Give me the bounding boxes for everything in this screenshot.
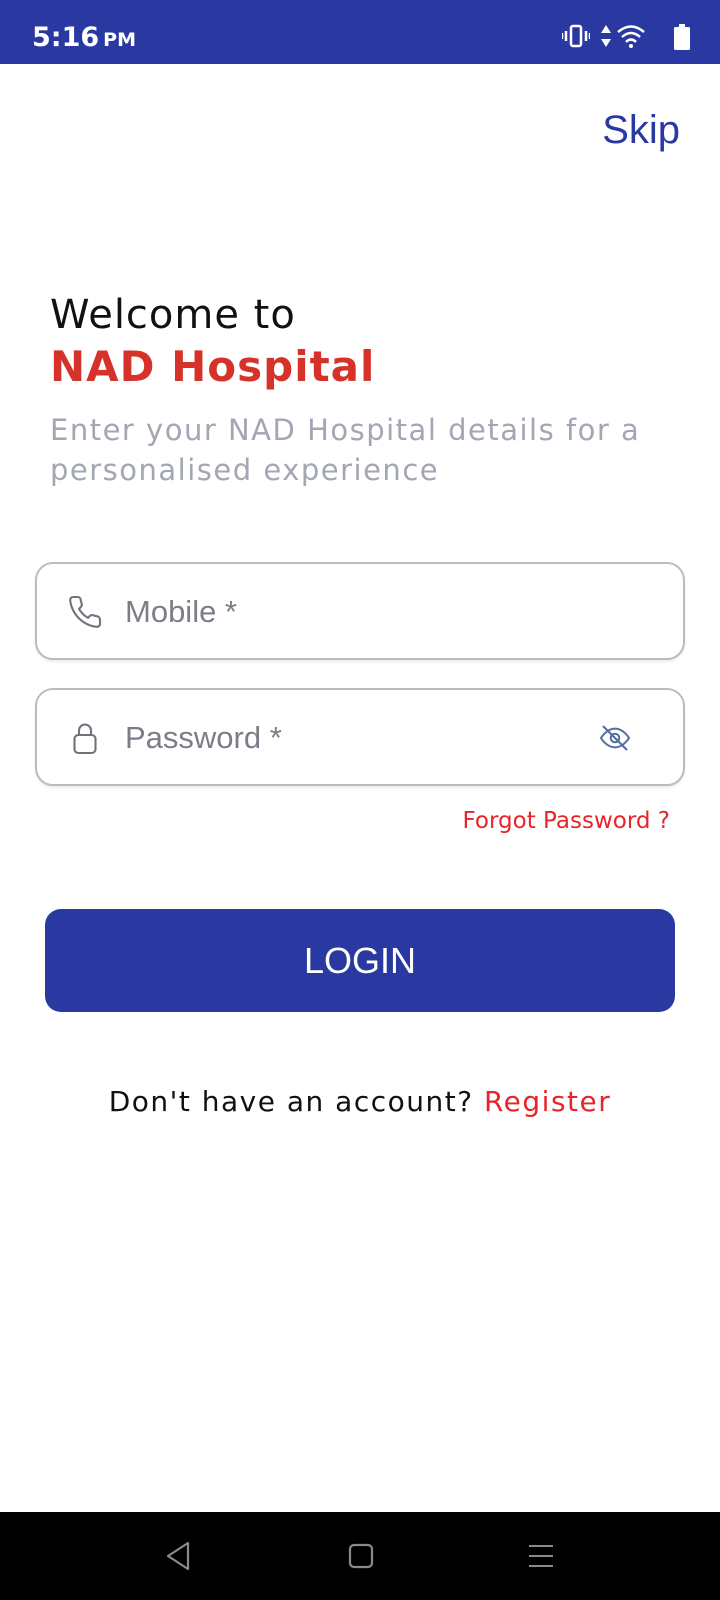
mobile-placeholder: Mobile * bbox=[125, 594, 237, 629]
login-screen: 5:16 PM Skip Welcome to NAD Hospital Ent… bbox=[0, 0, 720, 1600]
lock-icon bbox=[73, 723, 97, 755]
vibrate-icon bbox=[562, 24, 590, 48]
back-icon[interactable] bbox=[164, 1541, 192, 1571]
status-time-ampm: PM bbox=[103, 29, 137, 51]
phone-icon bbox=[69, 595, 102, 628]
status-time: 5:16 PM bbox=[32, 22, 136, 53]
login-button[interactable]: LOGIN bbox=[45, 909, 675, 1012]
eye-off-icon[interactable] bbox=[597, 722, 633, 754]
mobile-field[interactable]: Mobile * bbox=[35, 562, 685, 660]
register-link[interactable]: Register bbox=[484, 1085, 611, 1118]
forgot-password-link[interactable]: Forgot Password ? bbox=[463, 808, 670, 834]
status-bar: 5:16 PM bbox=[0, 0, 720, 64]
status-time-value: 5:16 bbox=[32, 22, 100, 53]
register-row: Don't have an account? Register bbox=[0, 1085, 720, 1118]
navigation-bar bbox=[0, 1512, 720, 1600]
wifi-icon bbox=[617, 25, 645, 48]
battery-icon bbox=[674, 24, 690, 50]
menu-icon[interactable] bbox=[527, 1543, 555, 1569]
skip-button[interactable]: Skip bbox=[602, 108, 680, 153]
home-icon[interactable] bbox=[348, 1543, 374, 1569]
password-field[interactable]: Password * bbox=[35, 688, 685, 786]
welcome-heading: Welcome to bbox=[50, 292, 296, 338]
welcome-subtitle: Enter your NAD Hospital details for a pe… bbox=[50, 413, 641, 487]
data-arrows-icon bbox=[601, 25, 611, 47]
password-placeholder: Password * bbox=[125, 720, 282, 755]
hospital-name: NAD Hospital bbox=[50, 342, 376, 391]
register-prompt: Don't have an account? bbox=[108, 1085, 474, 1118]
